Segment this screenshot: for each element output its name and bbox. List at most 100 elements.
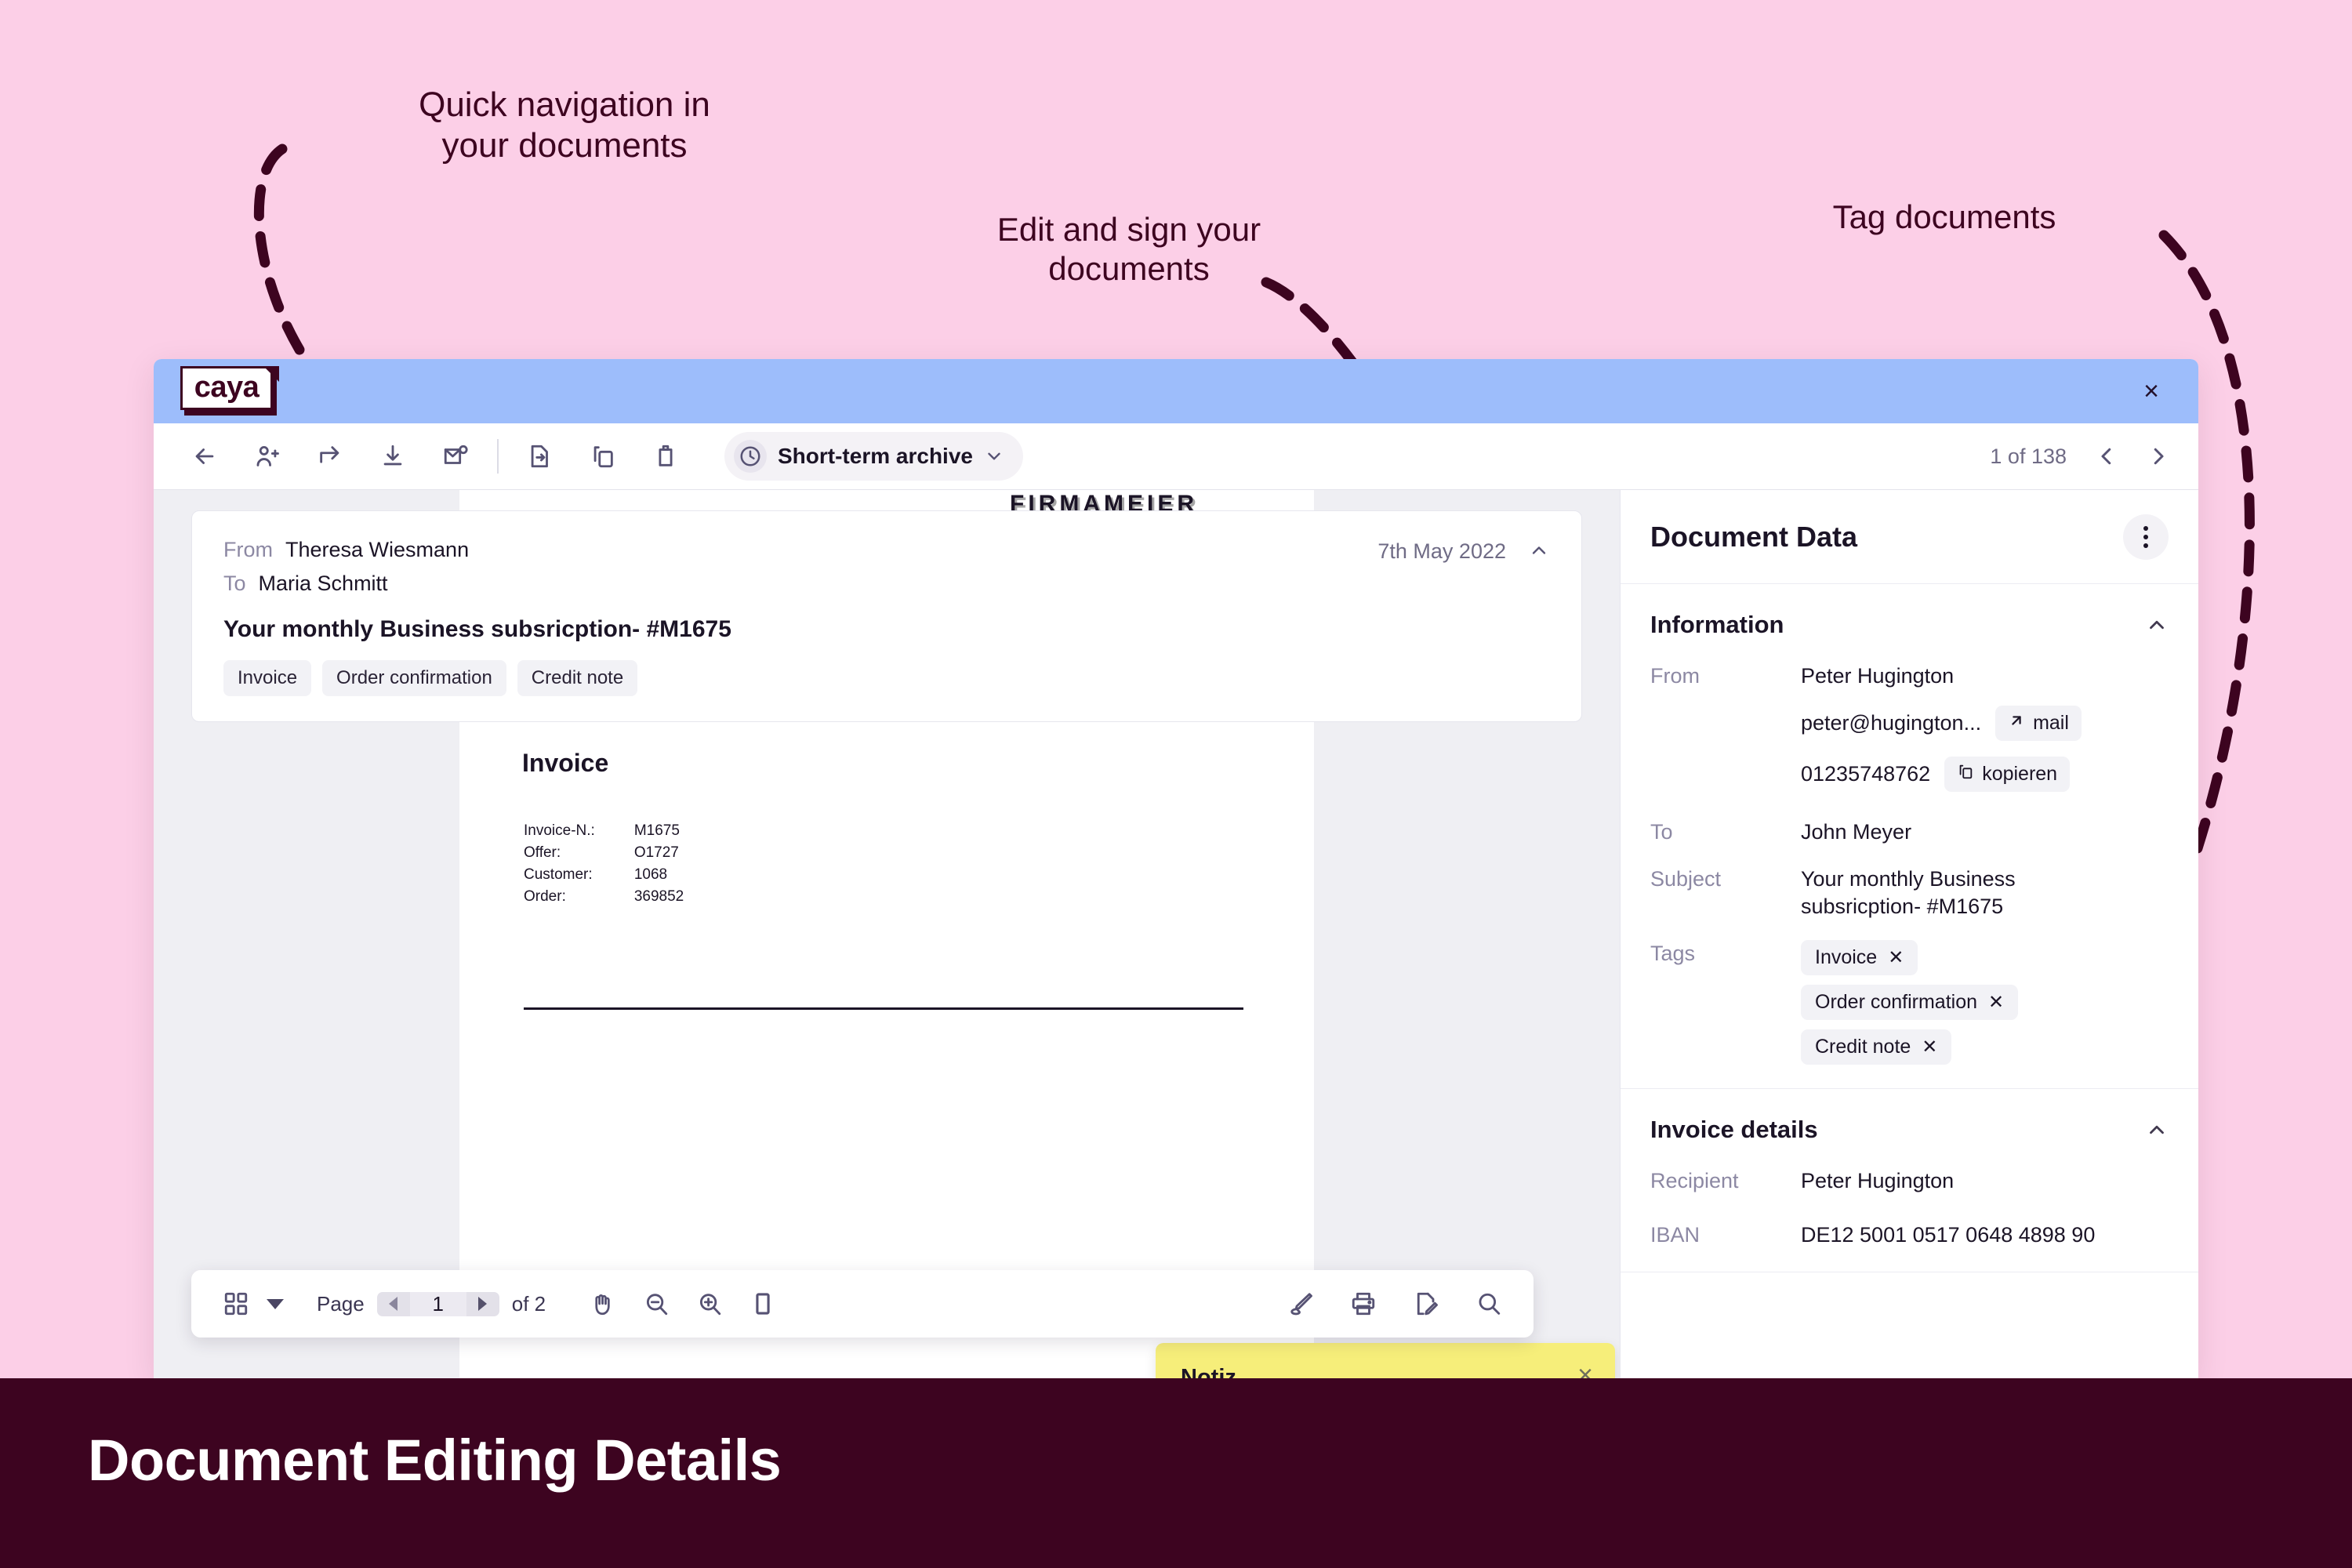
table-row: Customer: 1068 xyxy=(524,865,684,885)
remove-tag-icon[interactable]: ✕ xyxy=(1922,1036,1937,1058)
print-icon[interactable] xyxy=(1342,1283,1385,1325)
from-email-row: peter@hugington... mail xyxy=(1801,705,2082,741)
chevron-up-icon[interactable] xyxy=(2145,1118,2169,1142)
row-value-group: Peter Hugington peter@hugington... mail xyxy=(1801,662,2082,792)
open-mail-button[interactable]: mail xyxy=(1995,705,2082,741)
open-mail-label: mail xyxy=(2033,711,2069,734)
copy-button[interactable]: kopieren xyxy=(1944,756,2071,792)
meta-value: 1068 xyxy=(633,866,668,883)
download-icon[interactable] xyxy=(370,434,416,479)
previous-page-button[interactable] xyxy=(376,1291,410,1316)
close-icon[interactable]: × xyxy=(1577,1362,1593,1378)
document-date: 7th May 2022 xyxy=(1377,539,1506,563)
close-icon[interactable]: × xyxy=(2134,374,2169,408)
to-label: To xyxy=(223,572,246,595)
move-to-folder-icon[interactable] xyxy=(517,434,563,479)
tag-pill[interactable]: Order confirmation ✕ xyxy=(1801,985,2019,1021)
more-options-icon[interactable] xyxy=(2123,514,2169,560)
info-row-to: To John Meyer xyxy=(1650,818,2169,846)
next-document-icon[interactable] xyxy=(2147,445,2170,468)
sidebar-tag-list: Invoice ✕ Order confirmation ✕ Credit no… xyxy=(1801,940,2019,1065)
section-header[interactable]: Information xyxy=(1650,611,2169,639)
info-row-subject: Subject Your monthly Business subsricpti… xyxy=(1650,866,2169,920)
page-input[interactable] xyxy=(409,1291,466,1316)
chevron-up-icon[interactable] xyxy=(2145,613,2169,637)
remove-tag-icon[interactable]: ✕ xyxy=(1888,946,1904,969)
archive-dropdown-label: Short-term archive xyxy=(778,444,973,468)
dot xyxy=(2143,525,2148,531)
zoom-controls xyxy=(582,1283,784,1325)
remove-tag-icon[interactable]: ✕ xyxy=(1988,991,2004,1014)
banner-title: Document Editing Details xyxy=(88,1428,782,1493)
window-title-bar: caya × xyxy=(154,359,2198,423)
section-information: Information From Peter Hugington peter@h… xyxy=(1621,584,2198,1090)
tag-label: Invoice xyxy=(1815,946,1878,969)
page-stepper[interactable] xyxy=(376,1291,499,1316)
meta-key: Offer: xyxy=(524,844,561,861)
zoom-in-icon[interactable] xyxy=(688,1283,731,1325)
document-pager: 1 of 138 xyxy=(1990,445,2170,469)
copy-icon[interactable] xyxy=(580,434,626,479)
table-row: Offer: O1727 xyxy=(524,843,684,863)
window-body: FIRMAMEIER Firma Meier GmbH • Postfach 1… xyxy=(154,489,2198,1378)
logo-sheet: caya xyxy=(180,366,273,410)
caya-logo: caya xyxy=(180,366,279,416)
bottom-banner: Document Editing Details xyxy=(0,1378,2352,1568)
row-value: Peter Hugington xyxy=(1801,1169,1955,1193)
row-key: IBAN xyxy=(1650,1222,1700,1247)
thumbnails-icon[interactable] xyxy=(215,1283,257,1325)
document-viewer: FIRMAMEIER Firma Meier GmbH • Postfach 1… xyxy=(154,489,1620,1378)
tag-pill[interactable]: Credit note ✕ xyxy=(1801,1029,1952,1065)
meta-key: Order: xyxy=(524,888,566,905)
chevron-down-icon[interactable] xyxy=(267,1298,284,1309)
thumbnails-control[interactable] xyxy=(215,1283,284,1325)
callout-quick-navigation: Quick navigation in your documents xyxy=(419,85,710,165)
archive-dropdown[interactable]: Short-term archive xyxy=(724,432,1023,481)
logo-fold-corner xyxy=(263,366,279,382)
add-user-icon[interactable] xyxy=(245,434,290,479)
sticky-note-title: Notiz xyxy=(1181,1365,1236,1378)
page-navigation: Page of 2 xyxy=(317,1291,546,1316)
tag-pill[interactable]: Invoice ✕ xyxy=(1801,940,1918,976)
forward-icon[interactable] xyxy=(307,434,353,479)
dot xyxy=(2143,534,2148,539)
page-root: Quick navigation in your documents Edit … xyxy=(0,0,2352,1568)
row-value: Peter Hugington xyxy=(1801,664,1955,688)
section-header[interactable]: Invoice details xyxy=(1650,1116,2169,1144)
table-row: Invoice-N.: M1675 xyxy=(524,821,684,841)
chevron-up-icon[interactable] xyxy=(1528,539,1550,561)
chevron-down-icon xyxy=(984,446,1004,466)
mark-unread-icon[interactable] xyxy=(433,434,478,479)
from-value: Theresa Wiesmann xyxy=(285,538,470,561)
sticky-note[interactable]: Notiz × Please check and then pay the in… xyxy=(1156,1343,1615,1378)
page-fit-icon[interactable] xyxy=(742,1283,784,1325)
to-value: Maria Schmitt xyxy=(258,572,388,595)
trash-icon[interactable] xyxy=(643,434,688,479)
search-icon[interactable] xyxy=(1468,1283,1510,1325)
from-phone: 01235748762 xyxy=(1801,761,1931,786)
back-icon[interactable] xyxy=(182,434,227,479)
info-row-from: From Peter Hugington peter@hugington... … xyxy=(1650,662,2169,792)
to-row: To Maria Schmitt xyxy=(223,572,1550,596)
zoom-out-icon[interactable] xyxy=(635,1283,677,1325)
document-tag[interactable]: Invoice xyxy=(223,660,312,696)
highlight-pen-icon[interactable] xyxy=(1279,1283,1322,1325)
copy-label: kopieren xyxy=(1982,762,2058,785)
document-tag[interactable]: Credit note xyxy=(517,660,638,696)
toolbar-divider xyxy=(497,439,499,474)
tag-label: Order confirmation xyxy=(1815,991,1978,1014)
invoice-row-iban: IBAN DE12 5001 0517 0648 4898 90 xyxy=(1650,1221,2169,1249)
meta-value: M1675 xyxy=(633,822,680,839)
next-page-button[interactable] xyxy=(466,1291,499,1316)
section-title: Invoice details xyxy=(1650,1116,1818,1144)
previous-document-icon[interactable] xyxy=(2095,445,2118,468)
sign-document-icon[interactable] xyxy=(1405,1283,1447,1325)
document-tag[interactable]: Order confirmation xyxy=(322,660,506,696)
pdf-invoice-meta-table: Invoice-N.: M1675 Offer: O1727 Customer:… xyxy=(522,819,685,909)
pdf-invoice-title: Invoice xyxy=(522,749,609,777)
document-tag-list: Invoice Order confirmation Credit note xyxy=(223,660,1550,696)
sidebar-header: Document Data xyxy=(1621,490,2198,584)
page-label: Page xyxy=(317,1291,365,1316)
from-phone-row: 01235748762 kopieren xyxy=(1801,756,2082,792)
pan-hand-icon[interactable] xyxy=(582,1283,624,1325)
